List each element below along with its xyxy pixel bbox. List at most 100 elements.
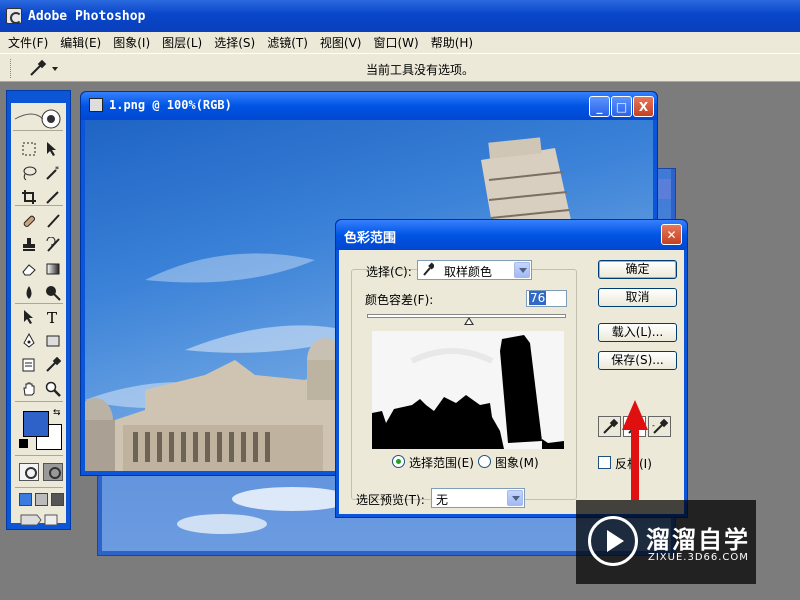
fuzziness-slider-thumb[interactable] xyxy=(464,317,474,325)
options-bar: 当前工具没有选项。 xyxy=(0,53,800,82)
menu-filter[interactable]: 滤镜(T) xyxy=(267,34,308,51)
load-button[interactable]: 载入(L)... xyxy=(598,323,677,342)
magic-wand-icon[interactable]: * xyxy=(41,161,65,185)
toolbox-divider xyxy=(15,205,63,206)
toolbox: * T ⇆ xyxy=(6,90,71,530)
chevron-down-icon[interactable] xyxy=(507,490,523,506)
svg-text:-: - xyxy=(652,421,655,430)
hand-icon[interactable] xyxy=(17,377,41,401)
svg-text:T: T xyxy=(47,309,57,325)
menu-view[interactable]: 视图(V) xyxy=(320,34,362,51)
toolbox-divider xyxy=(15,487,63,488)
leaning-tower-image xyxy=(481,137,571,230)
toolbox-divider xyxy=(15,303,63,304)
watermark: 溜溜自学 ZIXUE.3D66.COM xyxy=(576,500,756,584)
invert-checkbox[interactable] xyxy=(598,456,611,469)
menu-window[interactable]: 窗口(W) xyxy=(373,34,418,51)
selection-mask-preview xyxy=(372,331,564,449)
radio-image[interactable] xyxy=(478,455,491,468)
toolbox-divider xyxy=(15,455,63,456)
pen-icon[interactable] xyxy=(17,329,41,353)
save-button[interactable]: 保存(S)... xyxy=(598,351,677,370)
menu-select[interactable]: 选择(S) xyxy=(214,34,255,51)
fuzziness-value: 76 xyxy=(529,291,547,305)
svg-text:*: * xyxy=(55,165,59,174)
full-screen-menu-button[interactable] xyxy=(35,493,48,506)
ok-button[interactable]: 确定 xyxy=(598,260,677,279)
close-button[interactable]: X xyxy=(633,96,654,117)
document-title-bar[interactable]: 1.png @ 100%(RGB) _ □ X xyxy=(81,92,657,120)
radio-selection[interactable] xyxy=(392,455,405,468)
gradient-icon[interactable] xyxy=(41,257,65,281)
fuzziness-label: 颜色容差(F): xyxy=(365,293,434,307)
standard-mode-button[interactable] xyxy=(19,463,39,481)
cancel-button[interactable]: 取消 xyxy=(598,288,677,307)
path-select-icon[interactable] xyxy=(17,305,41,329)
eyedropper-icon xyxy=(602,418,618,434)
adobe-online-icon[interactable] xyxy=(13,107,63,131)
eyedropper-minus-icon: - xyxy=(652,418,668,434)
swap-colors-icon[interactable]: ⇆ xyxy=(53,408,61,418)
select-dropdown[interactable]: 取样颜色 xyxy=(417,260,532,280)
document-icon xyxy=(89,98,103,112)
chevron-down-icon[interactable] xyxy=(514,262,530,278)
toolbox-panel: * T ⇆ xyxy=(11,103,66,526)
selection-preview[interactable] xyxy=(372,331,564,449)
blur-icon[interactable] xyxy=(17,281,41,305)
zoom-icon[interactable] xyxy=(41,377,65,401)
lasso-icon[interactable] xyxy=(17,161,41,185)
toolbox-divider xyxy=(15,401,63,402)
select-label: 选择(C): xyxy=(366,265,412,279)
minimize-button[interactable]: _ xyxy=(589,96,610,117)
app-title-bar: Adobe Photoshop xyxy=(0,0,800,32)
dialog-title: 色彩范围 xyxy=(344,231,397,246)
history-brush-icon[interactable] xyxy=(41,233,65,257)
default-colors-icon[interactable] xyxy=(19,439,28,448)
menu-bar: 文件(F) 编辑(E) 图象(I) 图层(L) 选择(S) 滤镜(T) 视图(V… xyxy=(0,32,800,53)
menu-layer[interactable]: 图层(L) xyxy=(162,34,202,51)
jump-to-imageready-icon[interactable] xyxy=(19,513,59,527)
menu-file[interactable]: 文件(F) xyxy=(8,34,48,51)
play-logo-icon xyxy=(588,516,638,566)
select-dropdown-value: 取样颜色 xyxy=(444,265,493,279)
brush-icon[interactable] xyxy=(41,209,65,233)
red-arrow-annotation xyxy=(622,400,648,500)
eyedropper-icon[interactable] xyxy=(41,353,65,377)
selection-preview-dropdown[interactable]: 无 xyxy=(431,488,525,508)
notes-icon[interactable] xyxy=(17,353,41,377)
app-title: Adobe Photoshop xyxy=(28,8,146,24)
document-title: 1.png @ 100%(RGB) xyxy=(109,98,232,112)
radio-image-label: 图象(M) xyxy=(495,456,539,470)
menu-help[interactable]: 帮助(H) xyxy=(431,34,473,51)
sampled-color-eyedropper-icon xyxy=(422,262,436,281)
dialog-close-button[interactable]: ✕ xyxy=(661,224,682,245)
radio-selection-label: 选择范围(E) xyxy=(409,456,474,470)
marquee-icon[interactable] xyxy=(17,137,41,161)
window-edge xyxy=(657,179,671,199)
selection-preview-label: 选区预览(T): xyxy=(356,493,425,507)
type-icon[interactable]: T xyxy=(41,305,65,329)
healing-brush-icon[interactable] xyxy=(17,209,41,233)
photoshop-logo-icon xyxy=(6,8,22,24)
subtract-from-sample-button[interactable]: - xyxy=(648,416,671,437)
fuzziness-slider-track[interactable] xyxy=(367,314,566,325)
move-icon[interactable] xyxy=(41,137,65,161)
eraser-icon[interactable] xyxy=(17,257,41,281)
eyedropper-button[interactable] xyxy=(598,416,621,437)
clone-stamp-icon[interactable] xyxy=(17,233,41,257)
dialog-title-bar[interactable]: 色彩范围 ✕ xyxy=(336,220,687,250)
foreground-color-swatch[interactable] xyxy=(23,411,49,437)
menu-image[interactable]: 图象(I) xyxy=(113,34,150,51)
menu-edit[interactable]: 编辑(E) xyxy=(60,34,101,51)
dodge-icon[interactable] xyxy=(41,281,65,305)
standard-screen-mode-button[interactable] xyxy=(19,493,32,506)
full-screen-button[interactable] xyxy=(51,493,64,506)
quick-mask-button[interactable] xyxy=(43,463,63,481)
fuzziness-input[interactable]: 76 xyxy=(526,290,567,307)
selection-preview-value: 无 xyxy=(436,493,449,507)
tool-grid: * T xyxy=(17,137,65,401)
watermark-brand: 溜溜自学 xyxy=(646,526,750,554)
rectangle-shape-icon[interactable] xyxy=(41,329,65,353)
maximize-button[interactable]: □ xyxy=(611,96,632,117)
watermark-url: ZIXUE.3D66.COM xyxy=(648,552,749,563)
